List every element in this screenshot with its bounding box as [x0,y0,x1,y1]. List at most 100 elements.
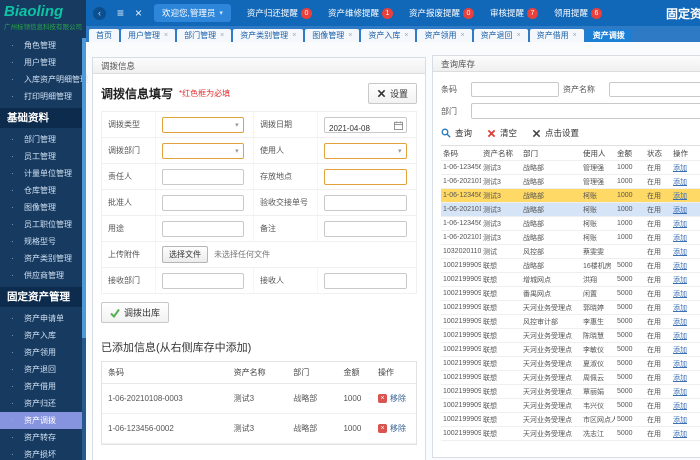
remark-input[interactable] [324,220,407,239]
sidebar-item[interactable]: 资产退回 [0,361,86,378]
add-link[interactable]: 添加 [673,235,687,242]
tab[interactable]: 资产入库 × [361,29,416,42]
transfer-date-input[interactable] [324,116,407,135]
add-link[interactable]: 添加 [673,431,687,438]
sidebar-item[interactable]: 用户管理 [0,54,86,71]
notification-link[interactable]: 资产归还提醒 0 [247,7,312,19]
tab-close-icon[interactable]: × [404,29,408,42]
receive-user-input[interactable] [324,272,407,291]
add-link[interactable]: 添加 [673,305,687,312]
location-input[interactable] [324,168,407,187]
sidebar-item[interactable]: 资产转存 [0,429,86,446]
tab-close-icon[interactable]: × [292,29,296,42]
sidebar-item[interactable]: 规格型号 [0,233,86,250]
sidebar-item[interactable]: 仓库管理 [0,182,86,199]
sidebar-scrollbar[interactable] [82,38,86,460]
add-link[interactable]: 添加 [673,403,687,410]
add-link[interactable]: 添加 [673,347,687,354]
tab-close-icon[interactable]: × [573,29,577,42]
add-link[interactable]: 添加 [673,277,687,284]
notification-link[interactable]: 资产报废提醒 0 [409,7,474,19]
column-settings-button[interactable]: 点击设置 [532,127,579,139]
close-icon[interactable]: × [135,6,142,20]
add-link[interactable]: 添加 [673,179,687,186]
add-link[interactable]: 添加 [673,249,687,256]
collapse-sidebar-button[interactable]: ‹ [93,6,106,20]
sidebar-item[interactable]: 资产类别管理 [0,250,86,267]
receive-dept-input[interactable] [162,272,244,291]
sidebar-item[interactable]: 员工管理 [0,148,86,165]
add-link[interactable]: 添加 [673,361,687,368]
tab[interactable]: 资产借用 × [529,29,584,42]
settings-button[interactable]: 设置 [367,83,417,104]
add-link[interactable]: 添加 [673,333,687,340]
sidebar-item[interactable]: 资产归还 [0,395,86,412]
tab-close-icon[interactable]: × [348,29,352,42]
add-link[interactable]: 添加 [673,389,687,396]
remove-button[interactable]: × 移除 [378,393,406,404]
sidebar-item[interactable]: 图像管理 [0,199,86,216]
tab[interactable]: 资产退回 × [473,29,528,42]
tab[interactable]: 资产领用 × [417,29,472,42]
remove-button[interactable]: × 移除 [378,423,406,434]
add-link[interactable]: 添加 [673,291,687,298]
transfer-type-select[interactable]: ▾ [162,116,244,133]
notification-link[interactable]: 审核提醒 7 [490,7,538,19]
sidebar-item[interactable]: 资产调拨 [0,412,82,429]
sidebar-item[interactable]: 固定资产管理 [0,287,86,307]
sidebar-item[interactable]: 供应商管理 [0,267,86,284]
add-link[interactable]: 添加 [673,263,687,270]
tab[interactable]: 资产调拨 [585,29,632,42]
receipt-no-input[interactable] [324,194,407,213]
sidebar-item[interactable]: 角色管理 [0,37,86,54]
search-button[interactable]: 查询 [441,127,472,139]
add-link[interactable]: 添加 [673,319,687,326]
sidebar-item[interactable]: 资产申请单 [0,310,86,327]
transfer-dept-select[interactable]: ▾ [162,142,244,159]
notification-link[interactable]: 资产维修提醒 1 [328,7,393,19]
sidebar-item[interactable]: 资产入库 [0,327,86,344]
tab[interactable]: 用户管理 × [121,29,176,42]
clear-button[interactable]: 清空 [487,127,517,139]
sidebar-item[interactable]: 计量单位管理 [0,165,86,182]
add-link[interactable]: 添加 [673,221,687,228]
add-link[interactable]: 添加 [673,375,687,382]
add-link[interactable]: 添加 [673,165,687,172]
tab[interactable]: 部门管理 × [177,29,232,42]
sidebar-item[interactable]: 员工职位管理 [0,216,86,233]
sidebar-item[interactable]: 部门管理 [0,131,86,148]
department-select[interactable]: ▾ [471,103,700,119]
tab[interactable]: 首页 [89,29,119,42]
purpose-input[interactable] [162,220,244,239]
sidebar-item-label: 供应商管理 [24,271,64,280]
hamburger-menu-icon[interactable]: ≡ [117,6,124,20]
calendar-icon[interactable] [393,120,403,130]
add-link[interactable]: 添加 [673,417,687,424]
added-table-header: 条码 资产名称 部门 金额 操作 [102,362,416,384]
tab[interactable]: 资产类别管理 × [233,29,304,42]
tab[interactable]: 图像管理 × [305,29,360,42]
scrollbar-thumb[interactable] [82,38,86,338]
approver-input[interactable] [162,194,244,213]
tab-close-icon[interactable]: × [220,29,224,42]
sidebar-item[interactable]: 资产损坏 [0,446,86,460]
notification-link[interactable]: 领用提醒 6 [554,7,602,19]
sidebar-item[interactable]: 资产借用 [0,378,86,395]
user-select[interactable]: ▾ [324,142,407,159]
responsible-input[interactable] [162,168,244,187]
barcode-input[interactable] [471,82,559,97]
tab-close-icon[interactable]: × [164,29,168,42]
transfer-out-button[interactable]: 调拨出库 [101,302,170,323]
tab-close-icon[interactable]: × [517,29,521,42]
choose-file-button[interactable]: 选择文件 [162,246,208,263]
add-link[interactable]: 添加 [673,207,687,214]
sidebar-item[interactable]: 入库资产明细管理 [0,71,88,88]
sidebar-item[interactable]: 资产领用 [0,344,86,361]
user-menu-button[interactable]: 欢迎您,管理员 ▾ [154,4,231,22]
add-link[interactable]: 添加 [673,193,687,200]
sidebar-item[interactable]: 基础资料 [0,108,86,128]
tab-close-icon[interactable]: × [460,29,464,42]
sidebar-item[interactable]: 打印明细管理 [0,88,86,105]
asset-name-input[interactable] [609,82,700,97]
caret-down-icon: ▾ [235,121,239,129]
